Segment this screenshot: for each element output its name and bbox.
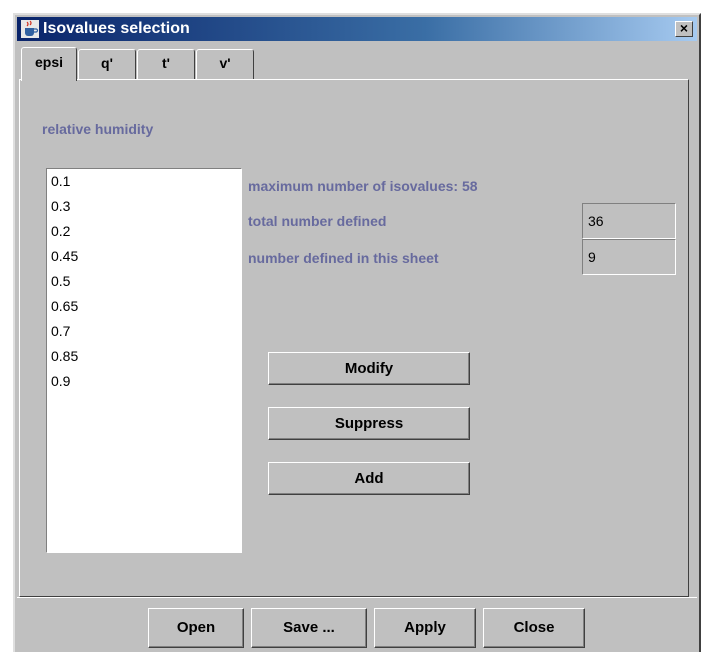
tab-label: epsi	[34, 54, 63, 70]
close-window-button[interactable]: ×	[675, 21, 693, 37]
java-coffee-cup-icon	[21, 20, 39, 38]
tab-label: v'	[219, 55, 231, 71]
isovalues-dialog: Isovalues selection × epsi q' t' v' rela…	[13, 13, 701, 652]
tab-epsi[interactable]: epsi	[21, 47, 77, 81]
title-bar[interactable]: Isovalues selection ×	[17, 17, 697, 41]
open-button[interactable]: Open	[148, 608, 244, 648]
save-button[interactable]: Save ...	[251, 608, 367, 648]
window-title: Isovalues selection	[43, 20, 190, 37]
footer-divider	[17, 597, 697, 598]
tab-label: t'	[162, 55, 170, 71]
tab-v-prime[interactable]: v'	[196, 49, 254, 79]
close-button[interactable]: Close	[483, 608, 585, 648]
tab-q-prime[interactable]: q'	[78, 49, 136, 79]
tab-t-prime[interactable]: t'	[137, 49, 195, 79]
tab-panel	[19, 79, 689, 597]
close-icon: ×	[679, 20, 689, 36]
apply-button[interactable]: Apply	[374, 608, 476, 648]
tab-label: q'	[101, 55, 113, 71]
